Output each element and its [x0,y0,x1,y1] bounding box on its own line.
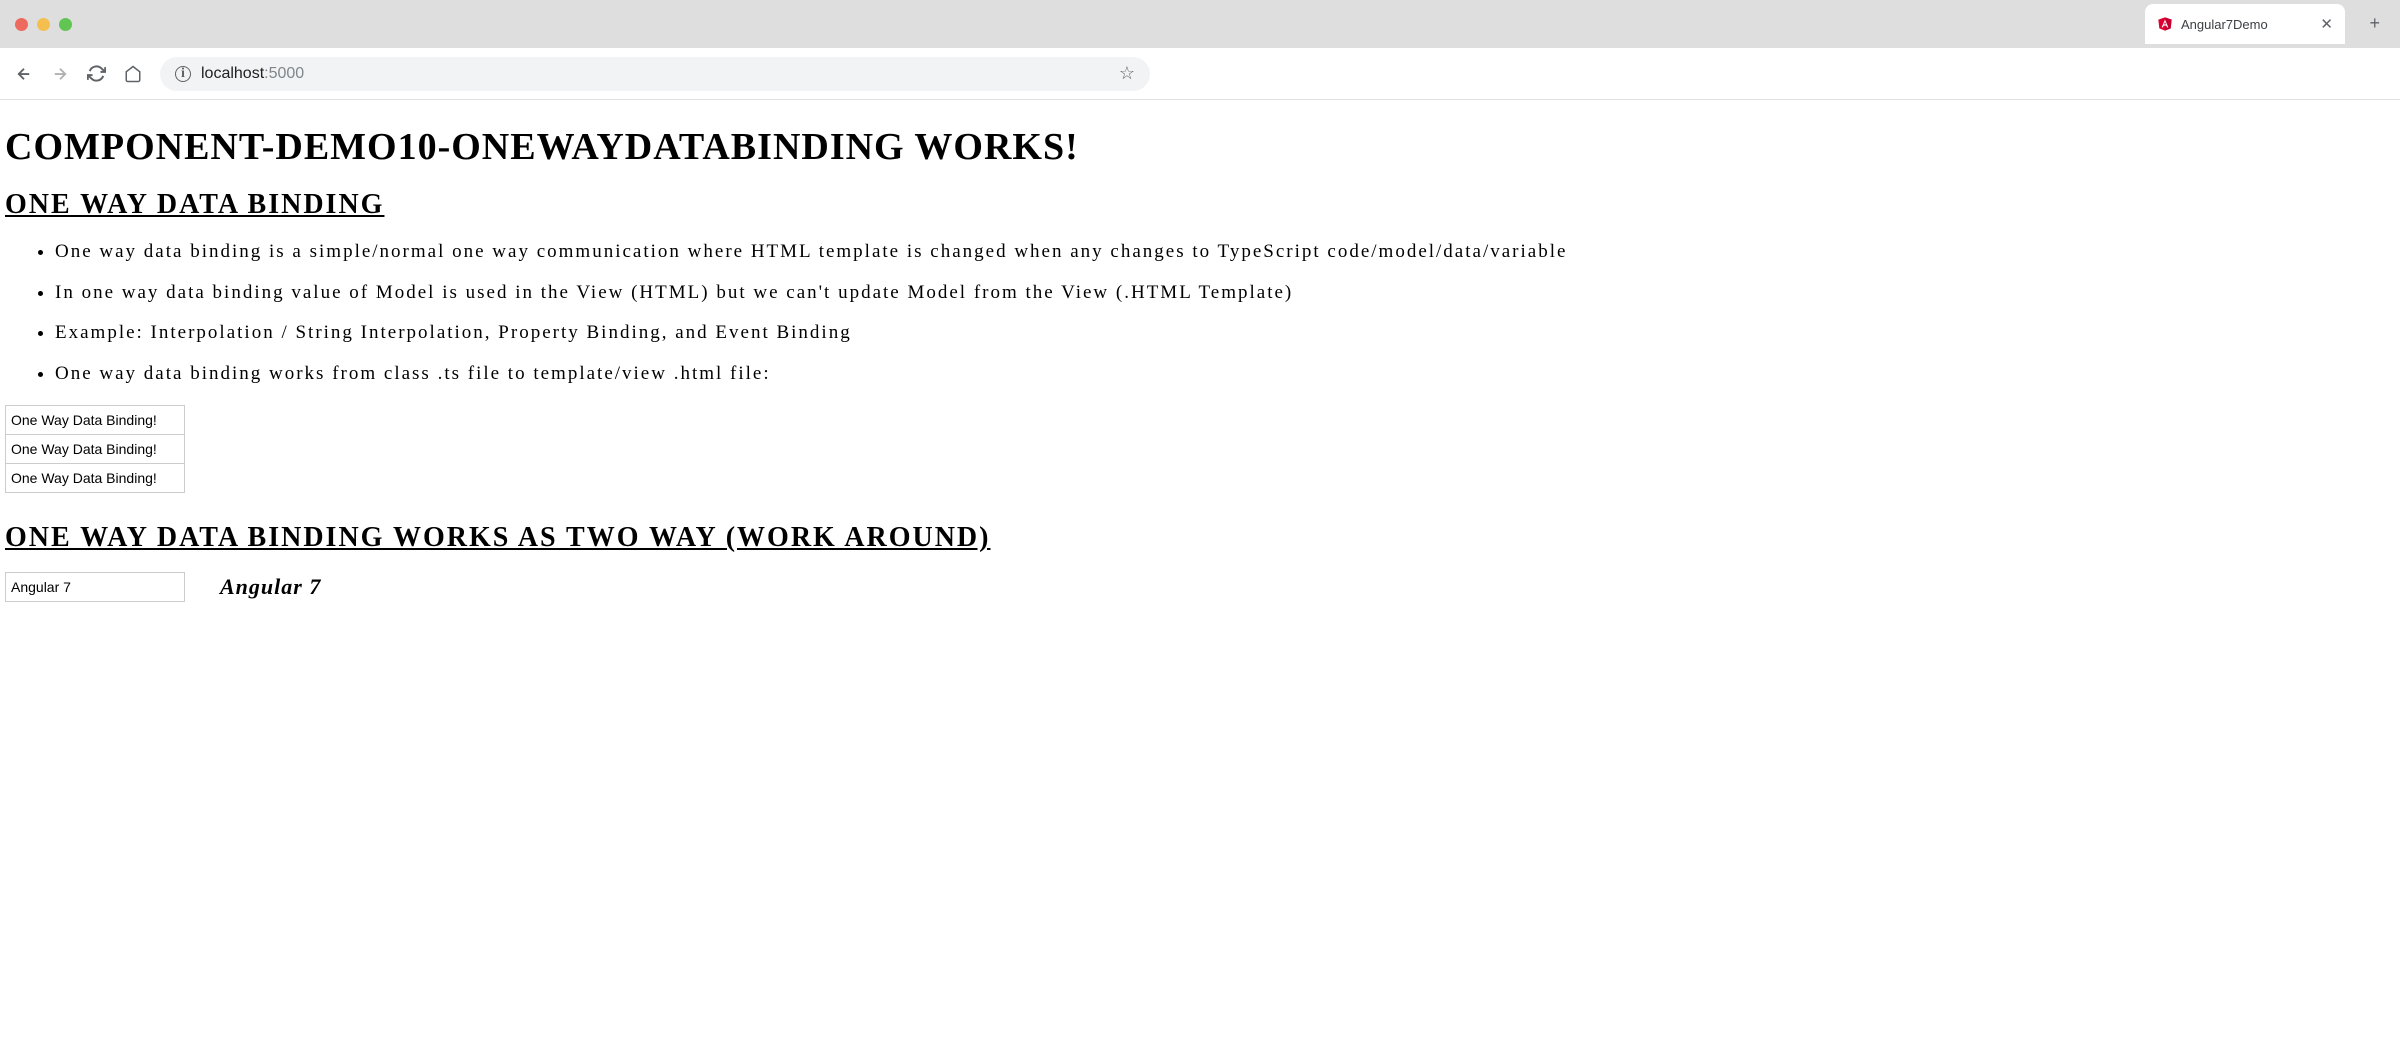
close-window-button[interactable] [15,18,28,31]
url-text: localhost:5000 [201,65,1109,83]
bookmark-icon[interactable]: ☆ [1119,63,1135,84]
tab-title: Angular7Demo [2181,17,2268,32]
list-item: One way data binding is a simple/normal … [55,239,2395,266]
maximize-window-button[interactable] [59,18,72,31]
list-item: One way data binding works from class .t… [55,361,2395,388]
section-heading-one-way: ONE WAY DATA BINDING [5,189,2395,221]
input-stack [5,405,185,492]
twoway-output: Angular 7 [220,574,321,600]
bullet-list: One way data binding is a simple/normal … [55,239,2395,387]
forward-button[interactable] [51,65,69,83]
page-title: COMPONENT-DEMO10-ONEWAYDATABINDING WORKS… [5,125,2395,169]
page-content: COMPONENT-DEMO10-ONEWAYDATABINDING WORKS… [0,100,2400,612]
browser-tab[interactable]: Angular7Demo ✕ [2145,4,2345,44]
browser-toolbar: i localhost:5000 ☆ [0,48,2400,100]
address-bar[interactable]: i localhost:5000 ☆ [160,57,1150,91]
list-item: Example: Interpolation / String Interpol… [55,320,2395,347]
close-tab-icon[interactable]: ✕ [2320,15,2333,33]
list-item: In one way data binding value of Model i… [55,280,2395,307]
site-info-icon[interactable]: i [175,66,191,82]
twoway-row: Angular 7 [5,572,2395,602]
oneway-input-2[interactable] [5,434,185,464]
home-button[interactable] [124,65,142,83]
oneway-input-3[interactable] [5,463,185,493]
browser-titlebar: Angular7Demo ✕ + [0,0,2400,48]
twoway-input[interactable] [5,572,185,602]
section-heading-two-way: ONE WAY DATA BINDING WORKS AS TWO WAY (W… [5,522,2395,554]
oneway-input-1[interactable] [5,405,185,435]
minimize-window-button[interactable] [37,18,50,31]
back-button[interactable] [15,65,33,83]
new-tab-button[interactable]: + [2369,13,2380,34]
angular-icon [2157,16,2173,32]
reload-button[interactable] [87,64,106,83]
window-controls [15,18,72,31]
